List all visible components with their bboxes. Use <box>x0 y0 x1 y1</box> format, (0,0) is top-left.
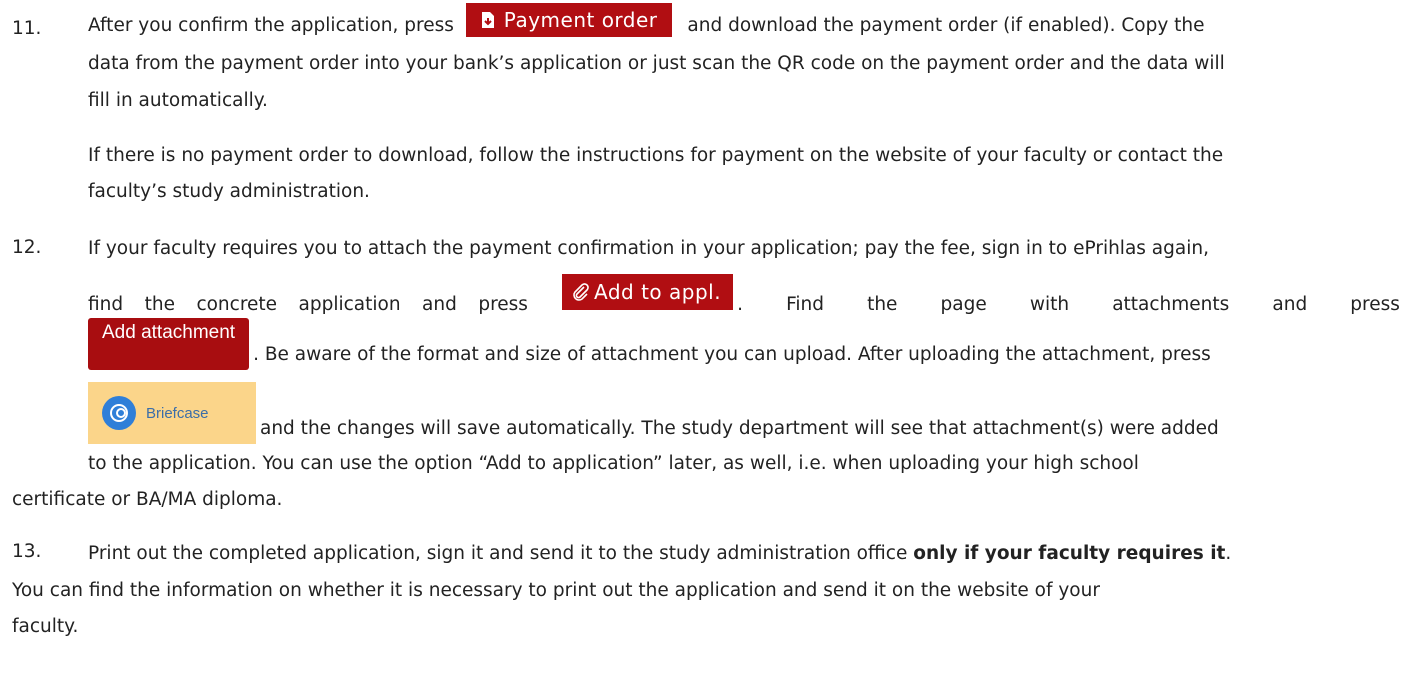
word: application <box>298 293 401 315</box>
text: Print out the completed application, sig… <box>88 543 908 564</box>
word: find <box>88 293 124 315</box>
text: . <box>1225 543 1232 564</box>
step-text: If your faculty requires you to attach t… <box>88 236 1400 496</box>
word: press <box>1350 293 1400 315</box>
text: . Be aware of the format and size of att… <box>253 344 1211 365</box>
step-text: After you confirm the application, press… <box>88 0 1400 202</box>
text: If there is no payment order to download… <box>88 145 1224 166</box>
word: and <box>422 293 457 315</box>
add-to-appl-label: Add to appl. <box>594 280 722 304</box>
text: fill in automatically. <box>88 90 268 111</box>
word: Find <box>786 293 824 315</box>
step-number: 11. <box>12 18 42 39</box>
step-number: 12. <box>12 237 42 258</box>
briefcase-button[interactable]: Briefcase <box>88 382 256 444</box>
briefcase-label: Briefcase <box>146 404 209 422</box>
emphasis-text: only if your faculty requires it <box>913 543 1226 564</box>
step-text: Print out the completed application, sig… <box>88 541 1400 567</box>
word: . <box>737 293 743 315</box>
word: page <box>940 293 987 315</box>
instructions-document: 11. After you confirm the application, p… <box>0 0 1420 698</box>
step-number: 13. <box>12 541 42 562</box>
payment-order-label: Payment order <box>503 8 658 32</box>
text: and download the payment order (if enabl… <box>687 15 1205 36</box>
download-document-icon <box>481 12 494 28</box>
payment-order-button[interactable]: Payment order <box>465 3 672 37</box>
text: If your faculty requires you to attach t… <box>88 238 1209 259</box>
text: You can find the information on whether … <box>12 580 1100 601</box>
word: and <box>1272 293 1308 315</box>
text: faculty. <box>12 616 79 637</box>
word: with <box>1029 293 1070 315</box>
text: certificate or BA/MA diploma. <box>12 489 283 510</box>
word: the <box>144 293 175 315</box>
text: to the application. You can use the opti… <box>88 453 1139 474</box>
text: and the changes will save automatically.… <box>260 418 1219 439</box>
text: data from the payment order into your ba… <box>88 53 1225 74</box>
add-to-application-button[interactable]: Add to appl. <box>562 274 734 310</box>
paperclip-icon <box>573 283 589 301</box>
add-attachment-label: Add attachment <box>102 322 236 343</box>
add-attachment-button[interactable]: Add attachment <box>88 318 250 370</box>
text: faculty’s study administration. <box>88 181 370 202</box>
briefcase-logo-icon <box>102 396 136 430</box>
word: concrete <box>196 293 278 315</box>
word: attachments <box>1112 293 1230 315</box>
text: After you confirm the application, press <box>88 15 454 36</box>
word: the <box>867 293 898 315</box>
word: press <box>478 293 528 315</box>
